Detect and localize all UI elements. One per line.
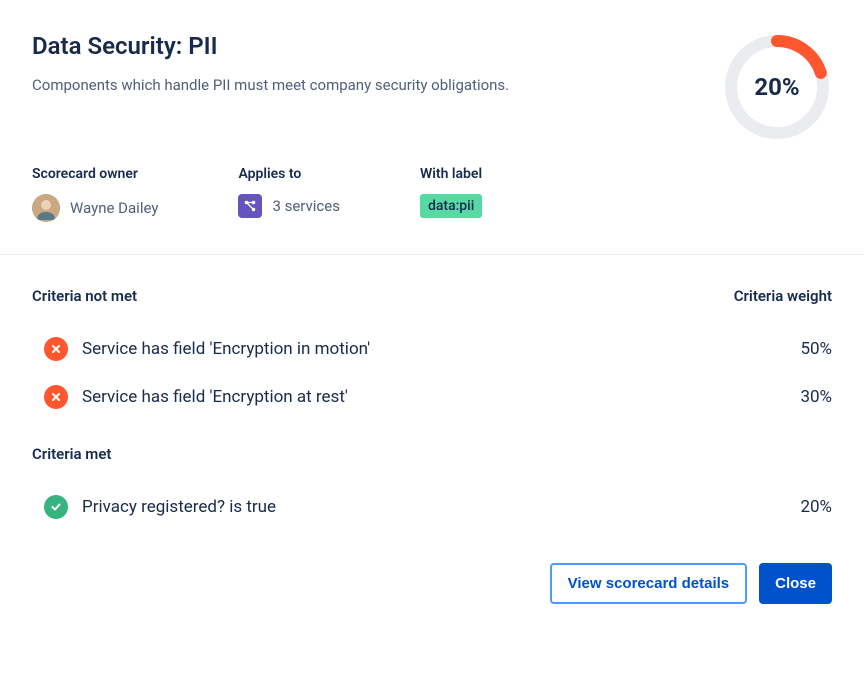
pass-icon xyxy=(44,495,68,519)
criteria-weight-header: Criteria weight xyxy=(734,287,832,305)
view-scorecard-details-button[interactable]: View scorecard details xyxy=(550,563,747,604)
with-label-label: With label xyxy=(420,166,482,182)
criteria-row: Privacy registered? is true 20% xyxy=(32,483,832,531)
page-description: Components which handle PII must meet co… xyxy=(32,76,722,94)
fail-icon xyxy=(44,337,68,361)
close-button[interactable]: Close xyxy=(759,563,832,604)
criteria-row: Service has field 'Encryption at rest' 3… xyxy=(32,373,832,421)
fail-icon xyxy=(44,385,68,409)
criteria-text: Service has field 'Encryption in motion' xyxy=(82,339,370,359)
owner-label: Scorecard owner xyxy=(32,166,158,182)
avatar xyxy=(32,194,60,222)
page-title: Data Security: PII xyxy=(32,32,722,60)
divider xyxy=(0,254,864,255)
criteria-row: Service has field 'Encryption in motion'… xyxy=(32,325,832,373)
criteria-text: Service has field 'Encryption at rest' xyxy=(82,387,348,407)
criteria-weight: 20% xyxy=(800,497,832,517)
criteria-weight: 30% xyxy=(800,387,832,407)
owner-name: Wayne Dailey xyxy=(70,199,158,217)
criteria-text: Privacy registered? is true xyxy=(82,497,276,517)
label-tag: data:pii xyxy=(420,194,482,218)
service-icon xyxy=(238,194,262,218)
progress-percent: 20% xyxy=(754,73,799,101)
criteria-weight: 50% xyxy=(800,339,832,359)
criteria-met-title: Criteria met xyxy=(32,445,111,463)
criteria-not-met-title: Criteria not met xyxy=(32,287,137,305)
applies-to-label: Applies to xyxy=(238,166,340,182)
applies-to-value: 3 services xyxy=(272,197,340,215)
progress-ring: 20% xyxy=(722,32,832,142)
